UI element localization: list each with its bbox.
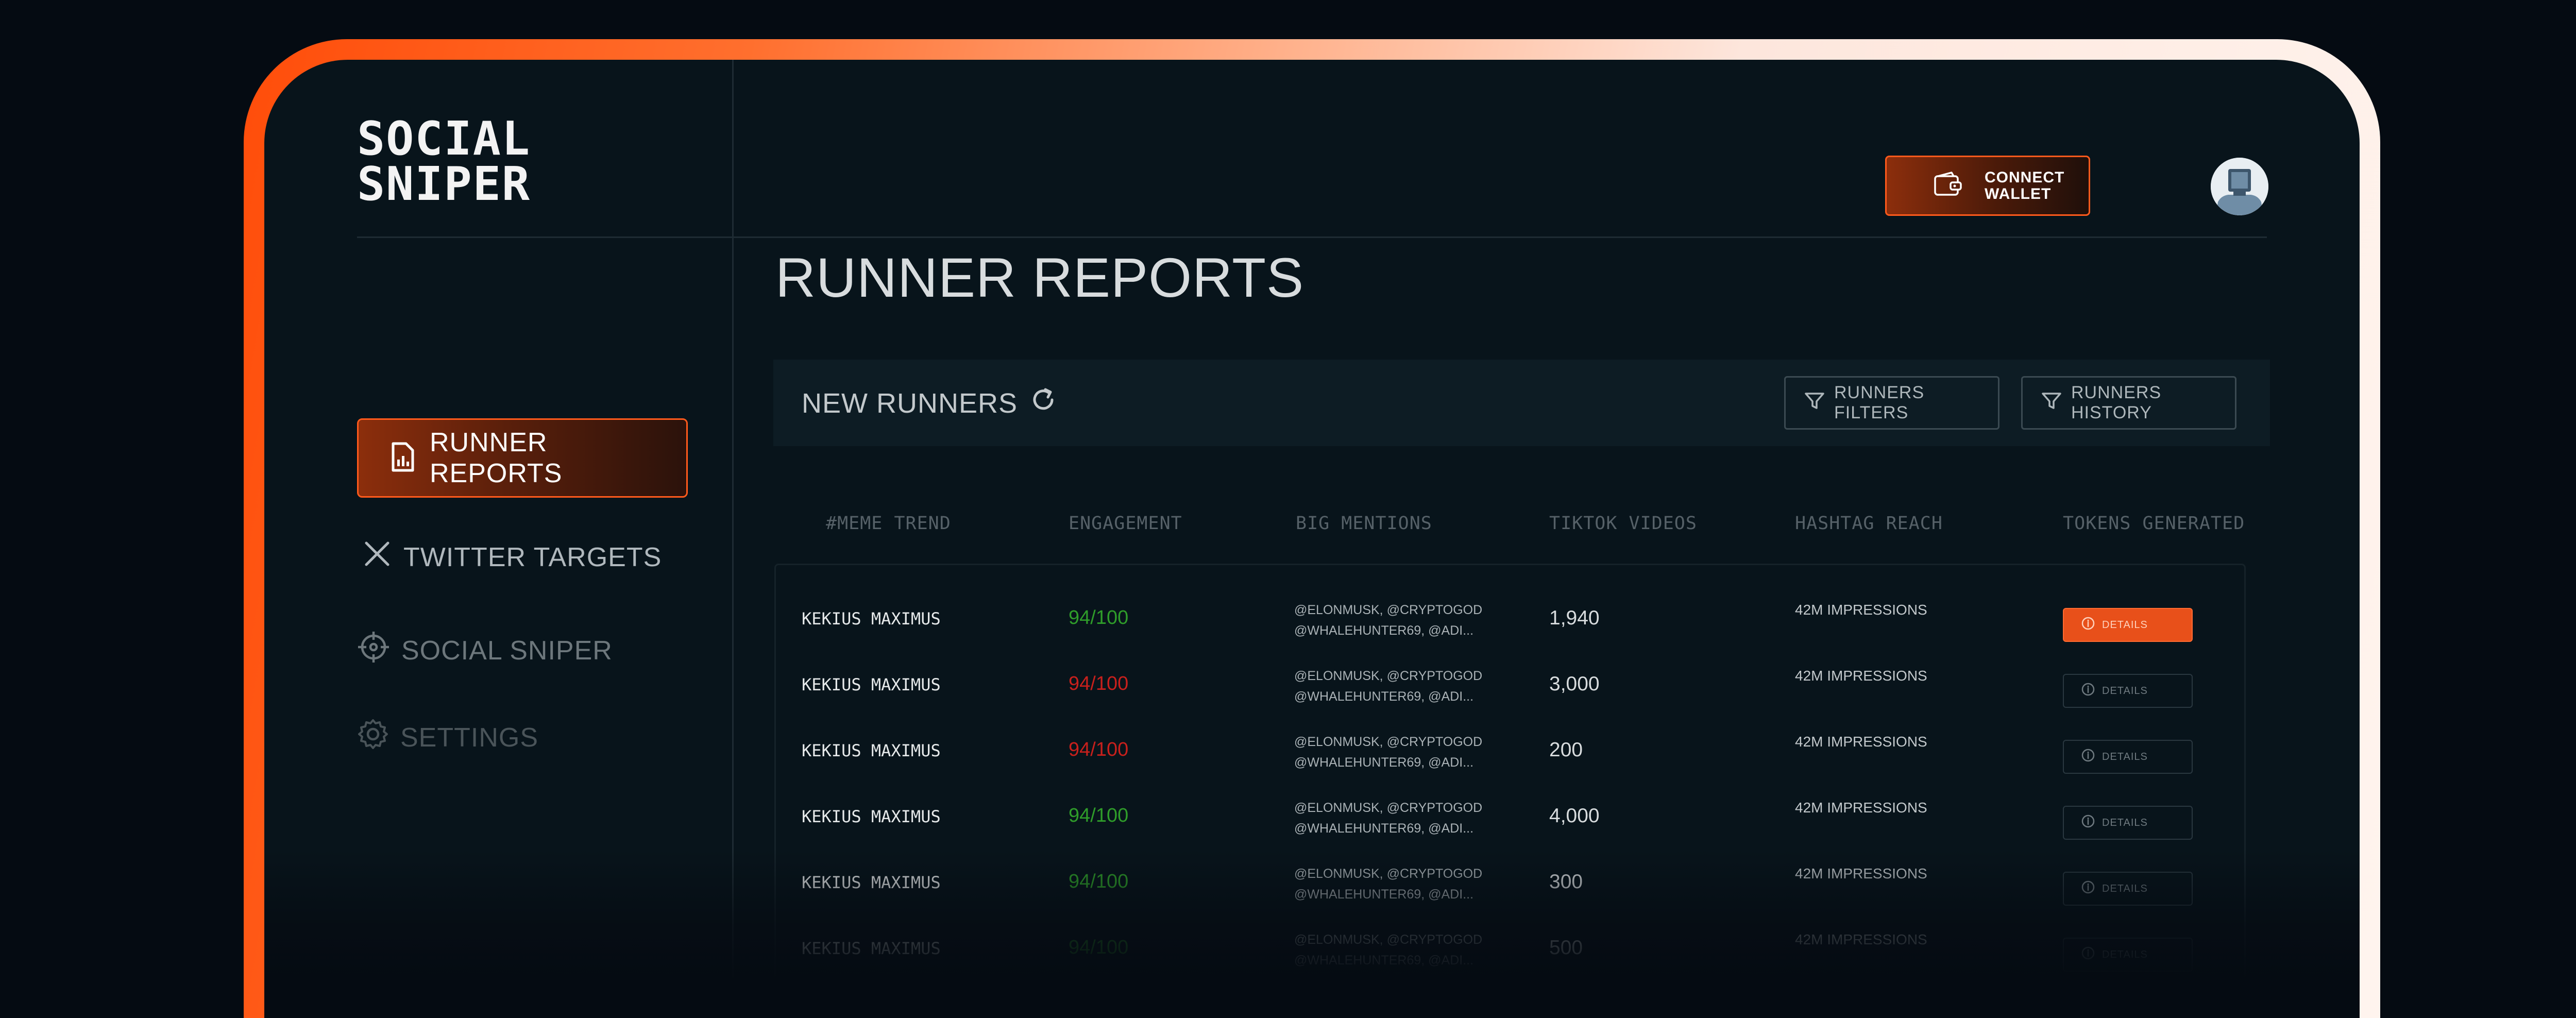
report-icon (391, 442, 415, 474)
connect-wallet-button[interactable]: CONNECT WALLET (1885, 156, 2090, 216)
runners-filters-button[interactable]: RUNNERS FILTERS (1784, 376, 1999, 430)
column-header-engagement[interactable]: ENGAGEMENT (1069, 513, 1182, 534)
engagement-cell: 94/100 (1069, 805, 1129, 826)
details-label: DETAILS (2102, 948, 2148, 960)
app-screen: SOCIAL SNIPER CONNECT WALLET RUNNER REPO… (264, 60, 2360, 1018)
table-row[interactable]: KEKIUS MAXIMUS 94/100 @ELONMUSK, @CRYPTOGO… (264, 590, 2360, 656)
engagement-cell: 94/100 (1069, 607, 1129, 629)
mentions-line-2: @WHALEHUNTER69, @ADI... (1294, 821, 1474, 836)
info-icon (2081, 946, 2095, 963)
info-icon (2081, 880, 2095, 897)
engagement-cell: 94/100 (1069, 739, 1129, 760)
history-label: RUNNERS HISTORY (2071, 383, 2162, 422)
mentions-line-2: @WHALEHUNTER69, @ADI... (1294, 953, 1474, 968)
runners-toolbar: NEW RUNNERS RUNNERS FILTERS RUNNERS HIST… (773, 360, 2270, 446)
column-header-tokens-generated[interactable]: TOKENS GENERATED (2063, 513, 2245, 534)
mentions-line-1: @ELONMUSK, @CRYPTOGOD (1294, 801, 1483, 815)
meme-trend-cell: KEKIUS MAXIMUS (802, 675, 941, 694)
engagement-cell: 94/100 (1069, 937, 1129, 958)
table-row[interactable]: KEKIUS MAXIMUS 94/100 @ELONMUSK, @CRYPTOGO… (264, 722, 2360, 788)
details-button[interactable]: DETAILS (2063, 806, 2193, 840)
meme-trend-cell: KEKIUS MAXIMUS (802, 939, 941, 958)
user-avatar[interactable] (2211, 158, 2268, 215)
hashtag-reach-cell: 42M IMPRESSIONS (1795, 668, 1927, 684)
new-runners-heading: NEW RUNNERS (802, 386, 1057, 420)
info-icon (2081, 683, 2095, 699)
tiktok-videos-cell: 4,000 (1549, 805, 1600, 827)
details-button[interactable]: DETAILS (2063, 872, 2193, 906)
details-label: DETAILS (2102, 619, 2148, 631)
app-logo[interactable]: SOCIAL SNIPER (357, 112, 531, 211)
filter-icon (1804, 392, 1825, 415)
column-header-tiktok-videos[interactable]: TIKTOK VIDEOS (1549, 513, 1697, 534)
hashtag-reach-cell: 42M IMPRESSIONS (1795, 866, 1927, 881)
tiktok-videos-cell: 1,940 (1549, 607, 1600, 629)
column-header-hashtag-reach[interactable]: HASHTAG REACH (1795, 513, 1943, 534)
tiktok-videos-cell: 200 (1549, 739, 1583, 761)
info-icon (2081, 815, 2095, 831)
details-button[interactable]: DETAILS (2063, 938, 2193, 972)
hashtag-reach-cell: 42M IMPRESSIONS (1795, 602, 1927, 618)
page-title: RUNNER REPORTS (775, 246, 1304, 309)
info-icon (2081, 749, 2095, 765)
info-icon (2081, 617, 2095, 633)
table-row[interactable]: KEKIUS MAXIMUS 94/100 @ELONMUSK, @CRYPTOGO… (264, 854, 2360, 920)
mentions-line-2: @WHALEHUNTER69, @ADI... (1294, 755, 1474, 770)
engagement-cell: 94/100 (1069, 673, 1129, 694)
section-label: NEW RUNNERS (802, 387, 1018, 419)
big-mentions-cell: @ELONMUSK, @CRYPTOGOD @WHALEHUNTER69, @AD… (1294, 798, 1482, 839)
sidebar-item-label: RUNNER REPORTS (430, 428, 563, 488)
details-button[interactable]: DETAILS (2063, 740, 2193, 774)
big-mentions-cell: @ELONMUSK, @CRYPTOGOD @WHALEHUNTER69, @AD… (1294, 929, 1482, 971)
logo-line-1: SOCIAL (357, 112, 531, 166)
filters-label: RUNNERS FILTERS (1834, 383, 1925, 422)
hashtag-reach-cell: 42M IMPRESSIONS (1795, 734, 1927, 750)
refresh-icon[interactable] (1030, 386, 1057, 420)
mentions-line-1: @ELONMUSK, @CRYPTOGOD (1294, 669, 1483, 683)
sidebar-item-runner-reports[interactable]: RUNNER REPORTS (357, 418, 688, 498)
meme-trend-cell: KEKIUS MAXIMUS (802, 609, 941, 629)
x-icon (362, 539, 392, 575)
meme-trend-cell: KEKIUS MAXIMUS (802, 873, 941, 892)
details-label: DETAILS (2102, 817, 2148, 828)
mentions-line-2: @WHALEHUNTER69, @ADI... (1294, 887, 1474, 902)
details-label: DETAILS (2102, 685, 2148, 697)
header-divider (357, 236, 2267, 238)
tiktok-videos-cell: 300 (1549, 871, 1583, 893)
device-frame: SOCIAL SNIPER CONNECT WALLET RUNNER REPO… (244, 39, 2380, 1018)
big-mentions-cell: @ELONMUSK, @CRYPTOGOD @WHALEHUNTER69, @AD… (1294, 600, 1482, 641)
runners-history-button[interactable]: RUNNERS HISTORY (2021, 376, 2236, 430)
hashtag-reach-cell: 42M IMPRESSIONS (1795, 931, 1927, 947)
engagement-cell: 94/100 (1069, 871, 1129, 892)
big-mentions-cell: @ELONMUSK, @CRYPTOGOD @WHALEHUNTER69, @AD… (1294, 863, 1482, 905)
filter-icon (2041, 392, 2062, 415)
details-button[interactable]: DETAILS (2063, 674, 2193, 708)
connect-wallet-label: CONNECT WALLET (1985, 168, 2065, 202)
big-mentions-cell: @ELONMUSK, @CRYPTOGOD @WHALEHUNTER69, @AD… (1294, 732, 1482, 773)
details-label: DETAILS (2102, 751, 2148, 762)
mentions-line-1: @ELONMUSK, @CRYPTOGOD (1294, 735, 1483, 749)
big-mentions-cell: @ELONMUSK, @CRYPTOGOD @WHALEHUNTER69, @AD… (1294, 666, 1482, 707)
mentions-line-2: @WHALEHUNTER69, @ADI... (1294, 689, 1474, 704)
meme-trend-cell: KEKIUS MAXIMUS (802, 807, 941, 826)
table-row[interactable]: KEKIUS MAXIMUS 94/100 @ELONMUSK, @CRYPTOGO… (264, 656, 2360, 722)
meme-trend-cell: KEKIUS MAXIMUS (802, 741, 941, 760)
mentions-line-1: @ELONMUSK, @CRYPTOGOD (1294, 867, 1483, 881)
table-row[interactable]: KEKIUS MAXIMUS 94/100 @ELONMUSK, @CRYPTOGO… (264, 920, 2360, 986)
details-button[interactable]: DETAILS (2063, 608, 2193, 642)
sidebar-item-label: TWITTER TARGETS (403, 542, 662, 572)
details-label: DETAILS (2102, 883, 2148, 894)
tiktok-videos-cell: 500 (1549, 937, 1583, 959)
mentions-line-2: @WHALEHUNTER69, @ADI... (1294, 623, 1474, 638)
column-header-big-mentions[interactable]: BIG MENTIONS (1296, 513, 1432, 534)
hashtag-reach-cell: 42M IMPRESSIONS (1795, 800, 1927, 816)
wallet-icon (1933, 171, 1964, 200)
mentions-line-1: @ELONMUSK, @CRYPTOGOD (1294, 603, 1483, 617)
column-header-meme-trend[interactable]: #MEME TREND (826, 513, 951, 534)
sidebar-item-twitter-targets[interactable]: TWITTER TARGETS (362, 539, 662, 575)
mentions-line-1: @ELONMUSK, @CRYPTOGOD (1294, 932, 1483, 947)
table-row[interactable]: KEKIUS MAXIMUS 94/100 @ELONMUSK, @CRYPTOGO… (264, 788, 2360, 854)
tiktok-videos-cell: 3,000 (1549, 673, 1600, 695)
logo-line-2: SNIPER (357, 157, 531, 211)
